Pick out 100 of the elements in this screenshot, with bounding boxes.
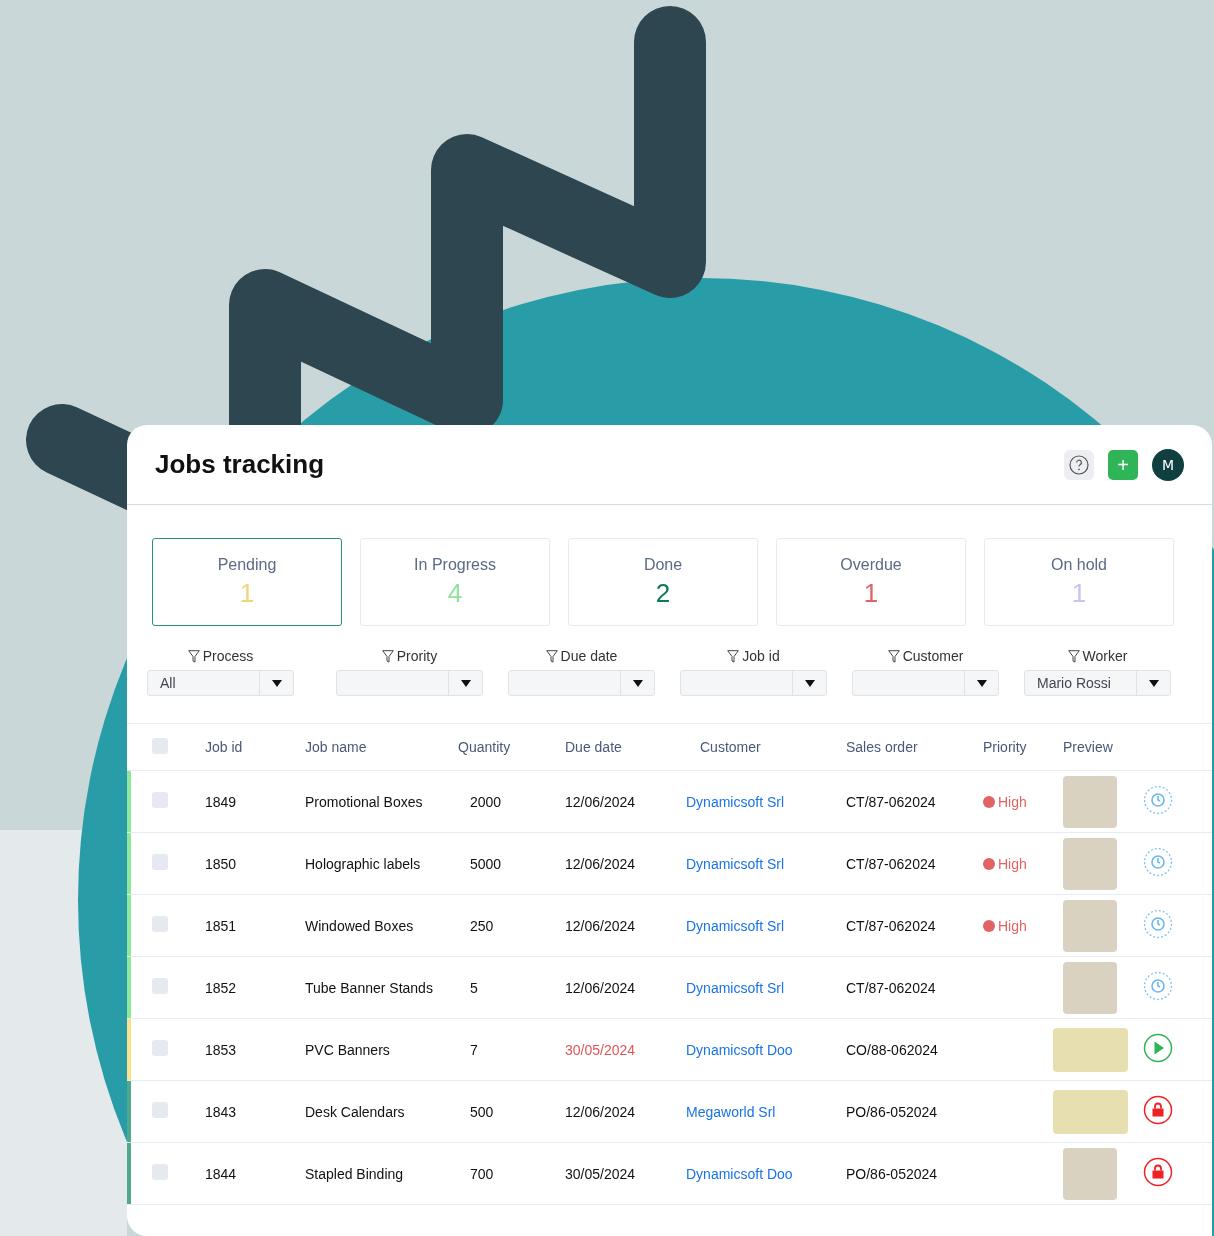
column-header: Job name [305, 739, 367, 755]
status-card[interactable]: Overdue 1 [776, 538, 966, 626]
column-header: Sales order [846, 739, 918, 755]
photo-placeholder[interactable] [1053, 1089, 1128, 1134]
due-date: 12/06/2024 [565, 979, 636, 996]
photo-placeholder[interactable] [1063, 775, 1117, 828]
job-name: Holographic labels [305, 855, 421, 872]
row-checkbox[interactable] [152, 1040, 168, 1056]
play-icon[interactable] [1143, 1033, 1173, 1063]
filter-dropdown[interactable] [852, 670, 999, 696]
due-date: 12/06/2024 [565, 793, 636, 810]
status-card[interactable]: Pending 1 [152, 538, 342, 626]
quantity: 700 [470, 1165, 494, 1182]
filter-label: Worker [1082, 648, 1128, 664]
customer-link[interactable]: Megaworld Srl [686, 1103, 776, 1120]
status-count: 4 [447, 577, 463, 609]
job-id: 1849 [205, 793, 237, 810]
page-title: Jobs tracking [155, 449, 326, 480]
caret-icon [632, 679, 643, 687]
filter-icon [545, 649, 558, 663]
photo-placeholder[interactable] [1063, 899, 1117, 952]
status-card[interactable]: On hold 1 [984, 538, 1174, 626]
lock-icon[interactable] [1143, 1095, 1173, 1125]
due-date: 12/06/2024 [565, 1103, 636, 1120]
sales-order: CT/87-062024 [846, 793, 936, 810]
filter-icon [727, 649, 740, 663]
filter-dropdown[interactable] [508, 670, 655, 696]
filter-icon [187, 649, 200, 663]
job-name: Stapled Binding [305, 1165, 404, 1182]
job-id: 1843 [205, 1103, 237, 1120]
filter-label: Customer [902, 648, 964, 664]
customer-link[interactable]: Dynamicsoft Doo [686, 1041, 793, 1058]
filter-label: Process [202, 648, 254, 664]
photo-placeholder[interactable] [1053, 1027, 1128, 1072]
quantity: 5000 [470, 855, 502, 872]
priority-label: High [998, 917, 1027, 934]
column-header: Due date [565, 739, 622, 755]
due-date: 30/05/2024 [565, 1041, 636, 1058]
row-checkbox[interactable] [152, 1102, 168, 1118]
row-checkbox[interactable] [152, 978, 168, 994]
customer-link[interactable]: Dynamicsoft Srl [686, 917, 785, 934]
customer-link[interactable]: Dynamicsoft Srl [686, 979, 785, 996]
customer-link[interactable]: Dynamicsoft Srl [686, 855, 785, 872]
priority-dot [983, 919, 995, 932]
caret-icon [804, 679, 815, 687]
lock-icon[interactable] [1143, 1157, 1173, 1187]
status-label: On hold [1050, 555, 1107, 574]
user-avatar[interactable]: M [1152, 448, 1184, 481]
row-checkbox[interactable] [152, 916, 168, 932]
job-id: 1852 [205, 979, 237, 996]
row-checkbox[interactable] [152, 1164, 168, 1180]
status-count: 1 [863, 577, 879, 609]
status-label: Pending [217, 555, 277, 574]
customer-link[interactable]: Dynamicsoft Srl [686, 793, 785, 810]
customer-link[interactable]: Dynamicsoft Doo [686, 1165, 793, 1182]
timer-icon[interactable] [1143, 909, 1173, 939]
sales-order: PO/86-052024 [846, 1165, 938, 1182]
job-name: Windowed Boxes [305, 917, 414, 934]
filter-dropdown[interactable] [680, 670, 827, 696]
job-name: Desk Calendars [305, 1103, 405, 1120]
row-checkbox[interactable] [152, 792, 168, 808]
priority-dot [983, 795, 995, 808]
photo-placeholder[interactable] [1063, 1147, 1117, 1200]
sales-order: PO/86-052024 [846, 1103, 938, 1120]
sales-order: CT/87-062024 [846, 855, 936, 872]
job-name: Tube Banner Stands [305, 979, 433, 996]
timer-icon[interactable] [1143, 971, 1173, 1001]
job-id: 1853 [205, 1041, 237, 1058]
status-label: Done [643, 555, 683, 574]
quantity: 7 [470, 1041, 478, 1058]
priority-label: High [998, 793, 1027, 810]
status-card[interactable]: Done 2 [568, 538, 758, 626]
filter-dropdown[interactable]: Mario Rossi [1024, 670, 1171, 696]
filter-icon [887, 649, 900, 663]
job-id: 1844 [205, 1165, 237, 1182]
filter-dropdown[interactable]: All [147, 670, 294, 696]
status-label: In Progress [414, 555, 496, 574]
due-date: 30/05/2024 [565, 1165, 636, 1182]
quantity: 250 [470, 917, 494, 934]
photo-placeholder[interactable] [1063, 961, 1117, 1014]
priority-label: High [998, 855, 1027, 872]
select-all-checkbox[interactable] [152, 737, 168, 754]
help-button[interactable] [1064, 449, 1094, 480]
filter-icon [381, 649, 394, 663]
status-card[interactable]: In Progress 4 [360, 538, 550, 626]
timer-icon[interactable] [1143, 785, 1173, 815]
due-date: 12/06/2024 [565, 855, 636, 872]
photo-placeholder[interactable] [1063, 837, 1117, 890]
column-header: Customer [700, 739, 761, 755]
filter-label: Job id [742, 648, 780, 664]
caret-icon [460, 679, 471, 687]
timer-icon[interactable] [1143, 847, 1173, 877]
column-header: Preview [1063, 739, 1113, 755]
column-header: Quantity [458, 739, 511, 755]
row-checkbox[interactable] [152, 854, 168, 870]
priority-dot [983, 857, 995, 870]
filter-label: Due date [560, 648, 618, 664]
caret-icon [1148, 679, 1159, 687]
filter-dropdown[interactable] [336, 670, 483, 696]
filter-label: Prority [396, 648, 438, 664]
